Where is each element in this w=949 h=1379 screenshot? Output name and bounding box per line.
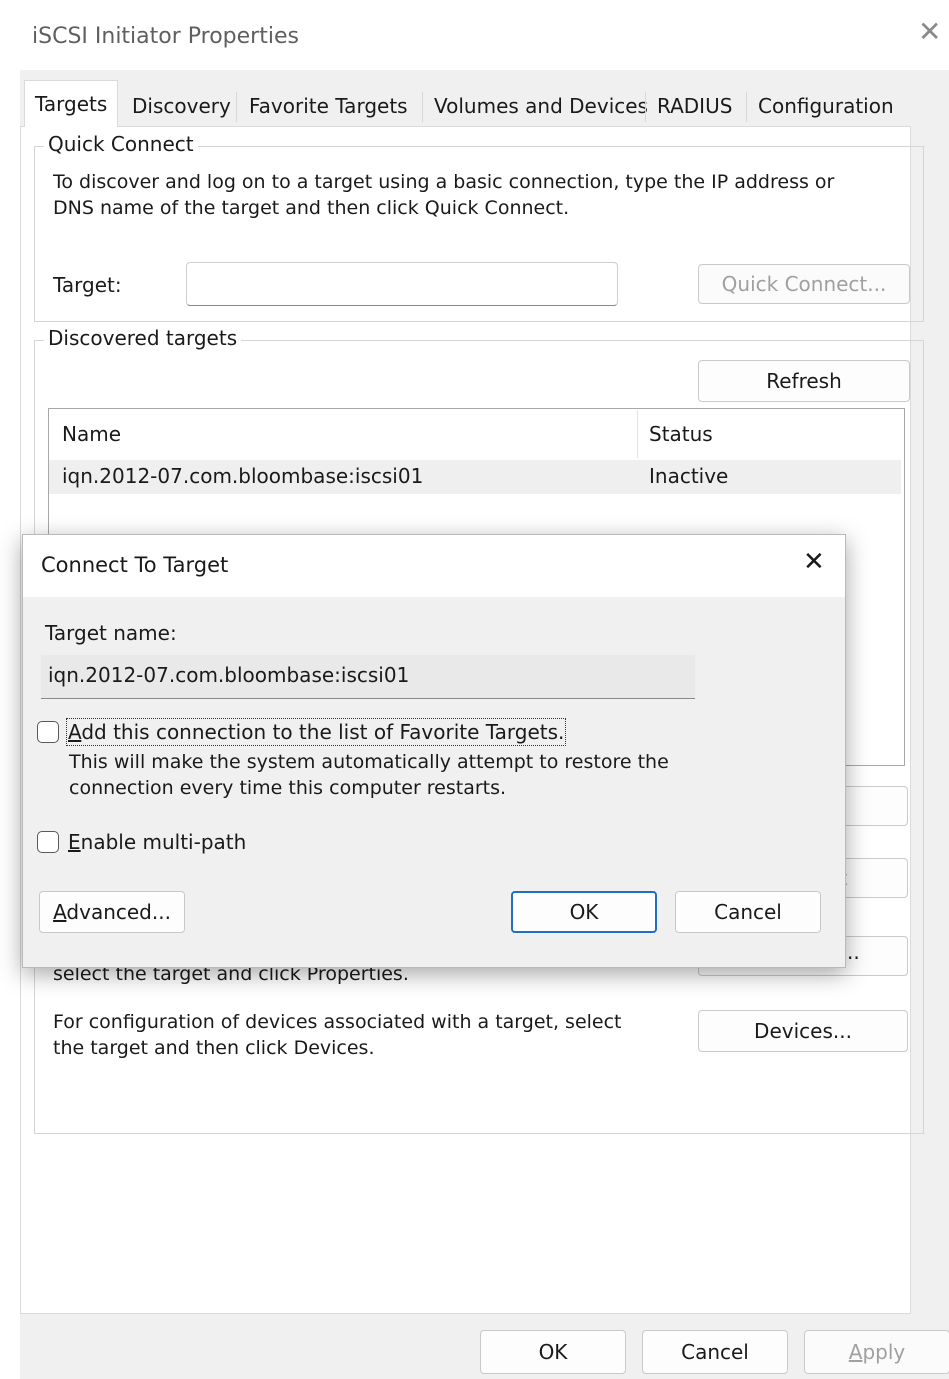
multipath-label-mnemonic: E bbox=[68, 830, 81, 854]
apply-button[interactable]: Apply bbox=[804, 1330, 949, 1374]
multipath-checkbox[interactable] bbox=[37, 831, 59, 853]
tab-separator bbox=[746, 92, 747, 122]
multipath-label-text: nable multi-path bbox=[80, 830, 247, 854]
advanced-button-label: dvanced... bbox=[66, 900, 171, 924]
tab-favorite-targets[interactable]: Favorite Targets bbox=[239, 88, 418, 124]
tab-discovery[interactable]: Discovery bbox=[122, 88, 241, 124]
tab-targets[interactable]: Targets bbox=[24, 80, 119, 127]
discovered-targets-group-label: Discovered targets bbox=[44, 326, 242, 350]
favorite-targets-label-mnemonic: A bbox=[68, 720, 82, 744]
advanced-button[interactable]: Advanced... bbox=[39, 891, 185, 933]
dialog-title: Connect To Target bbox=[41, 553, 229, 577]
devices-help-line1: For configuration of devices associated … bbox=[53, 1011, 622, 1033]
column-separator[interactable] bbox=[637, 410, 638, 458]
dialog-close-icon[interactable]: ✕ bbox=[803, 549, 825, 575]
favorite-help-line2: connection every time this computer rest… bbox=[69, 777, 507, 799]
devices-help-line2: the target and then click Devices. bbox=[53, 1037, 375, 1059]
dialog-cancel-button[interactable]: Cancel bbox=[675, 891, 821, 933]
target-status-cell[interactable]: Inactive bbox=[649, 464, 728, 488]
favorite-targets-label[interactable]: Add this connection to the list of Favor… bbox=[65, 718, 567, 746]
tab-separator bbox=[422, 92, 423, 122]
quick-connect-group-label: Quick Connect bbox=[44, 132, 198, 156]
tab-separator bbox=[645, 92, 646, 122]
properties-button-label-tail: .. bbox=[847, 940, 860, 964]
column-header-status[interactable]: Status bbox=[649, 422, 713, 446]
favorite-targets-checkbox[interactable] bbox=[37, 721, 59, 743]
quick-connect-description-line2: DNS name of the target and then click Qu… bbox=[53, 197, 570, 219]
window-title: iSCSI Initiator Properties bbox=[32, 24, 299, 49]
favorite-help-line1: This will make the system automatically … bbox=[69, 751, 669, 773]
target-name-label: Target name: bbox=[45, 621, 177, 645]
close-icon[interactable]: ✕ bbox=[918, 18, 941, 46]
quick-connect-description-line1: To discover and log on to a target using… bbox=[53, 171, 835, 193]
cancel-button[interactable]: Cancel bbox=[642, 1330, 788, 1374]
multipath-label[interactable]: Enable multi-path bbox=[68, 830, 246, 854]
tab-separator bbox=[236, 92, 237, 122]
apply-button-mnemonic: A bbox=[848, 1340, 863, 1364]
refresh-button[interactable]: Refresh bbox=[698, 360, 910, 402]
favorite-targets-label-text: dd this connection to the list of Favori… bbox=[81, 720, 565, 744]
tab-configuration[interactable]: Configuration bbox=[748, 88, 904, 124]
target-label: Target: bbox=[53, 273, 122, 297]
column-header-name[interactable]: Name bbox=[62, 422, 121, 446]
advanced-button-mnemonic: A bbox=[53, 900, 67, 924]
devices-button[interactable]: Devices... bbox=[698, 1010, 908, 1052]
tab-radius[interactable]: RADIUS bbox=[647, 88, 742, 124]
target-name-value: iqn.2012-07.com.bloombase:iscsi01 bbox=[48, 663, 410, 687]
tab-volumes-and-devices[interactable]: Volumes and Devices bbox=[424, 88, 658, 124]
target-input[interactable] bbox=[186, 262, 618, 306]
target-name-cell[interactable]: iqn.2012-07.com.bloombase:iscsi01 bbox=[62, 464, 423, 488]
dialog-ok-button[interactable]: OK bbox=[511, 891, 657, 933]
apply-button-label: pply bbox=[862, 1340, 906, 1364]
connect-to-target-dialog: Connect To Target ✕ Target name: iqn.201… bbox=[22, 534, 846, 968]
ok-button[interactable]: OK bbox=[480, 1330, 626, 1374]
quick-connect-button[interactable]: Quick Connect... bbox=[698, 264, 910, 304]
